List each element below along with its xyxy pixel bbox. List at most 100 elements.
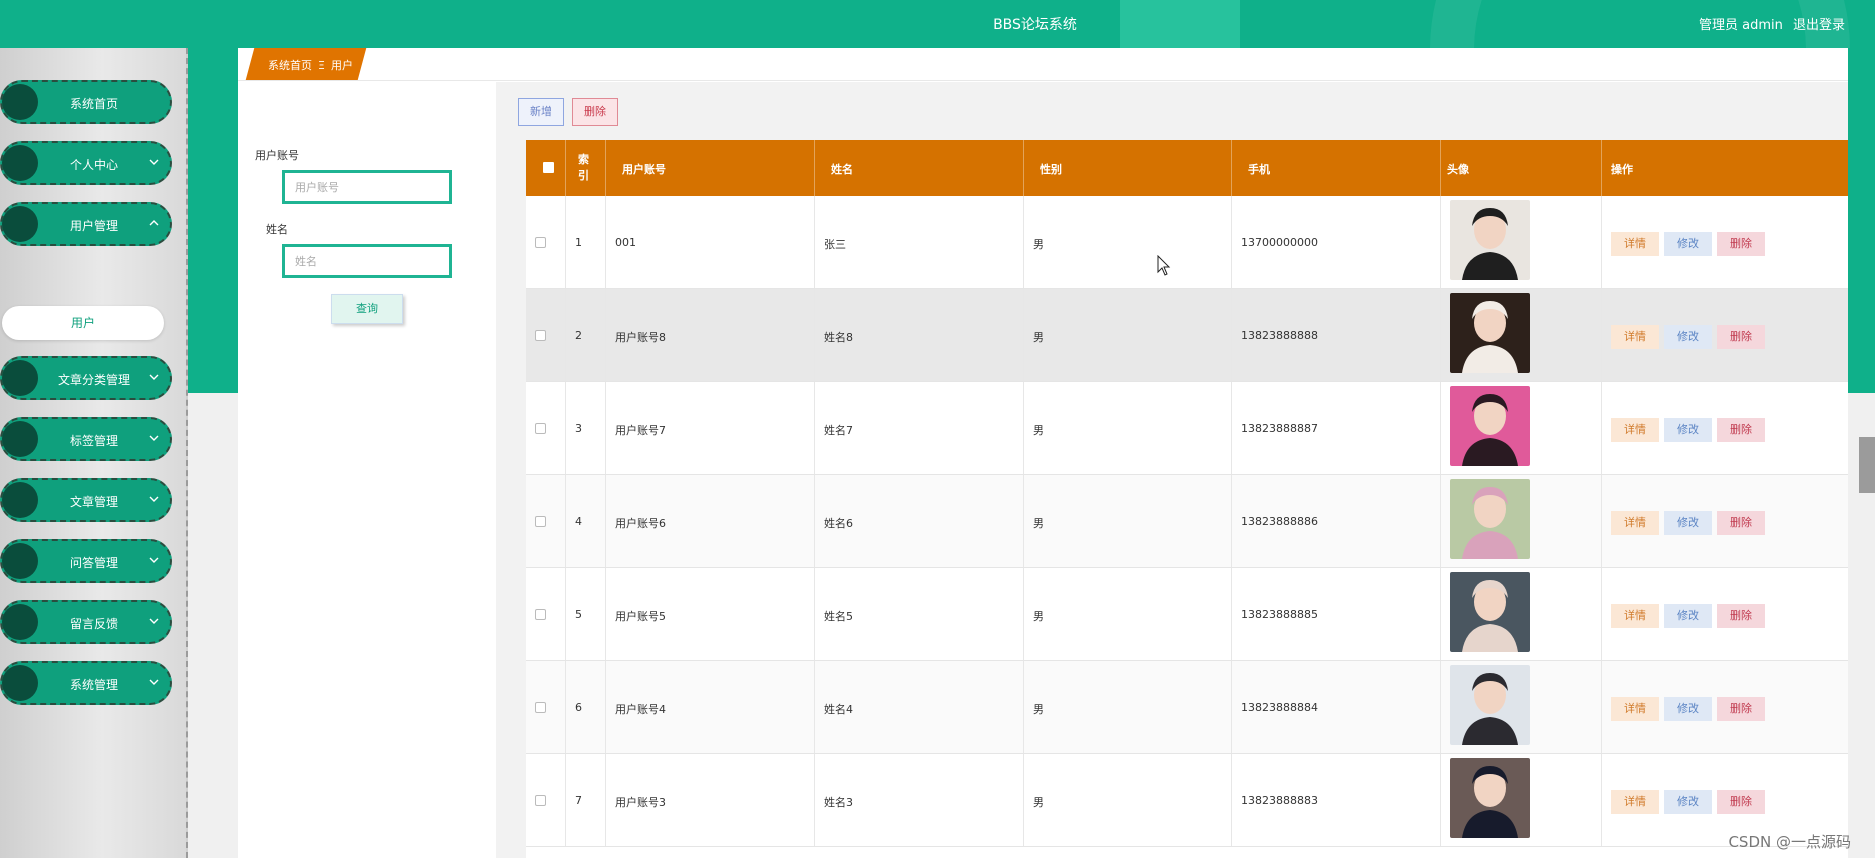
name-search-input[interactable] (282, 244, 452, 278)
sidebar-subitem-users[interactable]: 用户 (2, 306, 164, 340)
row-name: 姓名3 (824, 796, 853, 809)
row-checkbox[interactable] (535, 330, 546, 341)
edit-button[interactable]: 修改 (1664, 790, 1712, 814)
index-cell: 5 (566, 568, 606, 660)
header-action-col: 操作 (1602, 140, 1848, 196)
row-account: 用户账号5 (615, 610, 666, 623)
query-button[interactable]: 查询 (331, 294, 403, 324)
row-checkbox[interactable] (535, 795, 546, 806)
detail-button[interactable]: 详情 (1611, 790, 1659, 814)
row-account: 用户账号4 (615, 703, 666, 716)
detail-button[interactable]: 详情 (1611, 325, 1659, 349)
phone-cell: 13823888885 (1232, 568, 1441, 660)
account-label: 用户账号 (255, 149, 299, 162)
action-cell: 详情 修改 删除 (1602, 382, 1848, 474)
menu-dot-icon (2, 665, 38, 701)
add-button[interactable]: 新增 (518, 98, 564, 126)
delete-button[interactable]: 删除 (1717, 790, 1765, 814)
edit-button[interactable]: 修改 (1664, 604, 1712, 628)
avatar[interactable] (1450, 572, 1530, 652)
avatar[interactable] (1450, 665, 1530, 745)
delete-button[interactable]: 删除 (1717, 325, 1765, 349)
sidebar-item-qa[interactable]: 问答管理 (0, 539, 172, 583)
avatar[interactable] (1450, 758, 1530, 838)
action-cell: 详情 修改 删除 (1602, 475, 1848, 567)
table-row: 7 用户账号3 姓名3 男 13823888883 详情 修改 删除 (526, 754, 1848, 847)
header-index-col: 索引 (566, 140, 606, 196)
gender-cell: 男 (1024, 568, 1232, 660)
table-header: 索引 用户账号 姓名 性别 手机 头像 操作 (526, 140, 1848, 196)
row-name: 张三 (824, 238, 846, 251)
table-row: 4 用户账号6 姓名6 男 13823888886 详情 修改 删除 (526, 475, 1848, 568)
index-cell: 2 (566, 289, 606, 381)
row-gender: 男 (1033, 517, 1044, 530)
edit-button[interactable]: 修改 (1664, 325, 1712, 349)
detail-button[interactable]: 详情 (1611, 604, 1659, 628)
top-header: BBS论坛系统 管理员 admin 退出登录 (0, 0, 1875, 48)
sidebar-item-system[interactable]: 系统管理 (0, 661, 172, 705)
header-name-col: 姓名 (815, 140, 1024, 196)
avatar[interactable] (1450, 386, 1530, 466)
avatar-cell (1441, 196, 1602, 288)
row-phone: 13823888884 (1241, 701, 1318, 714)
gender-cell: 男 (1024, 196, 1232, 288)
menu-dot-icon (2, 543, 38, 579)
edit-button[interactable]: 修改 (1664, 697, 1712, 721)
delete-button[interactable]: 删除 (1717, 418, 1765, 442)
breadcrumb-home[interactable]: 系统首页 (268, 59, 312, 72)
avatar-cell (1441, 475, 1602, 567)
edit-button[interactable]: 修改 (1664, 511, 1712, 535)
avatar-cell (1441, 754, 1602, 846)
app-title: BBS论坛系统 (993, 17, 1077, 33)
menu-dot-icon (2, 206, 38, 242)
avatar[interactable] (1450, 200, 1530, 280)
row-index: 1 (575, 236, 582, 249)
user-table: 索引 用户账号 姓名 性别 手机 头像 操作 1 001 张三男 1370000000… (526, 140, 1848, 858)
detail-button[interactable]: 详情 (1611, 232, 1659, 256)
select-all-checkbox[interactable] (543, 162, 554, 173)
column-header: 手机 (1248, 163, 1270, 176)
gender-cell: 男 (1024, 754, 1232, 846)
sidebar-item-feedback[interactable]: 留言反馈 (0, 600, 172, 644)
row-checkbox[interactable] (535, 516, 546, 527)
row-gender: 男 (1033, 796, 1044, 809)
sidebar-item-home[interactable]: 系统首页 (0, 80, 172, 124)
sidebar-item-article-category[interactable]: 文章分类管理 (0, 356, 172, 400)
chevron-down-icon (149, 435, 159, 441)
batch-delete-button[interactable]: 删除 (572, 98, 618, 126)
row-checkbox[interactable] (535, 237, 546, 248)
avatar[interactable] (1450, 293, 1530, 373)
detail-button[interactable]: 详情 (1611, 697, 1659, 721)
delete-button[interactable]: 删除 (1717, 232, 1765, 256)
avatar-cell (1441, 382, 1602, 474)
sidebar-item-user-management[interactable]: 用户管理 (0, 202, 172, 246)
sidebar-item-articles[interactable]: 文章管理 (0, 478, 172, 522)
action-cell: 详情 修改 删除 (1602, 289, 1848, 381)
detail-button[interactable]: 详情 (1611, 511, 1659, 535)
edit-button[interactable]: 修改 (1664, 232, 1712, 256)
row-checkbox[interactable] (535, 702, 546, 713)
row-checkbox[interactable] (535, 609, 546, 620)
delete-button[interactable]: 删除 (1717, 697, 1765, 721)
edit-button[interactable]: 修改 (1664, 418, 1712, 442)
logout-link[interactable]: 退出登录 (1793, 18, 1845, 33)
header-phone-col: 手机 (1232, 140, 1441, 196)
sidebar-item-label: 标签管理 (69, 434, 118, 448)
row-checkbox[interactable] (535, 423, 546, 434)
avatar[interactable] (1450, 479, 1530, 559)
row-index: 6 (575, 701, 582, 714)
sidebar-item-label: 用户管理 (69, 219, 118, 233)
select-cell (526, 382, 566, 474)
delete-button[interactable]: 删除 (1717, 511, 1765, 535)
sidebar-item-tags[interactable]: 标签管理 (0, 417, 172, 461)
menu-dot-icon (2, 145, 38, 181)
account-cell: 用户账号5 (606, 568, 815, 660)
sidebar-item-personal-center[interactable]: 个人中心 (0, 141, 172, 185)
header-account-col: 用户账号 (606, 140, 815, 196)
delete-button[interactable]: 删除 (1717, 604, 1765, 628)
account-search-input[interactable] (282, 170, 452, 204)
detail-button[interactable]: 详情 (1611, 418, 1659, 442)
page-scrollbar-thumb[interactable] (1859, 437, 1875, 493)
chevron-down-icon (149, 618, 159, 624)
account-cell: 用户账号6 (606, 475, 815, 567)
